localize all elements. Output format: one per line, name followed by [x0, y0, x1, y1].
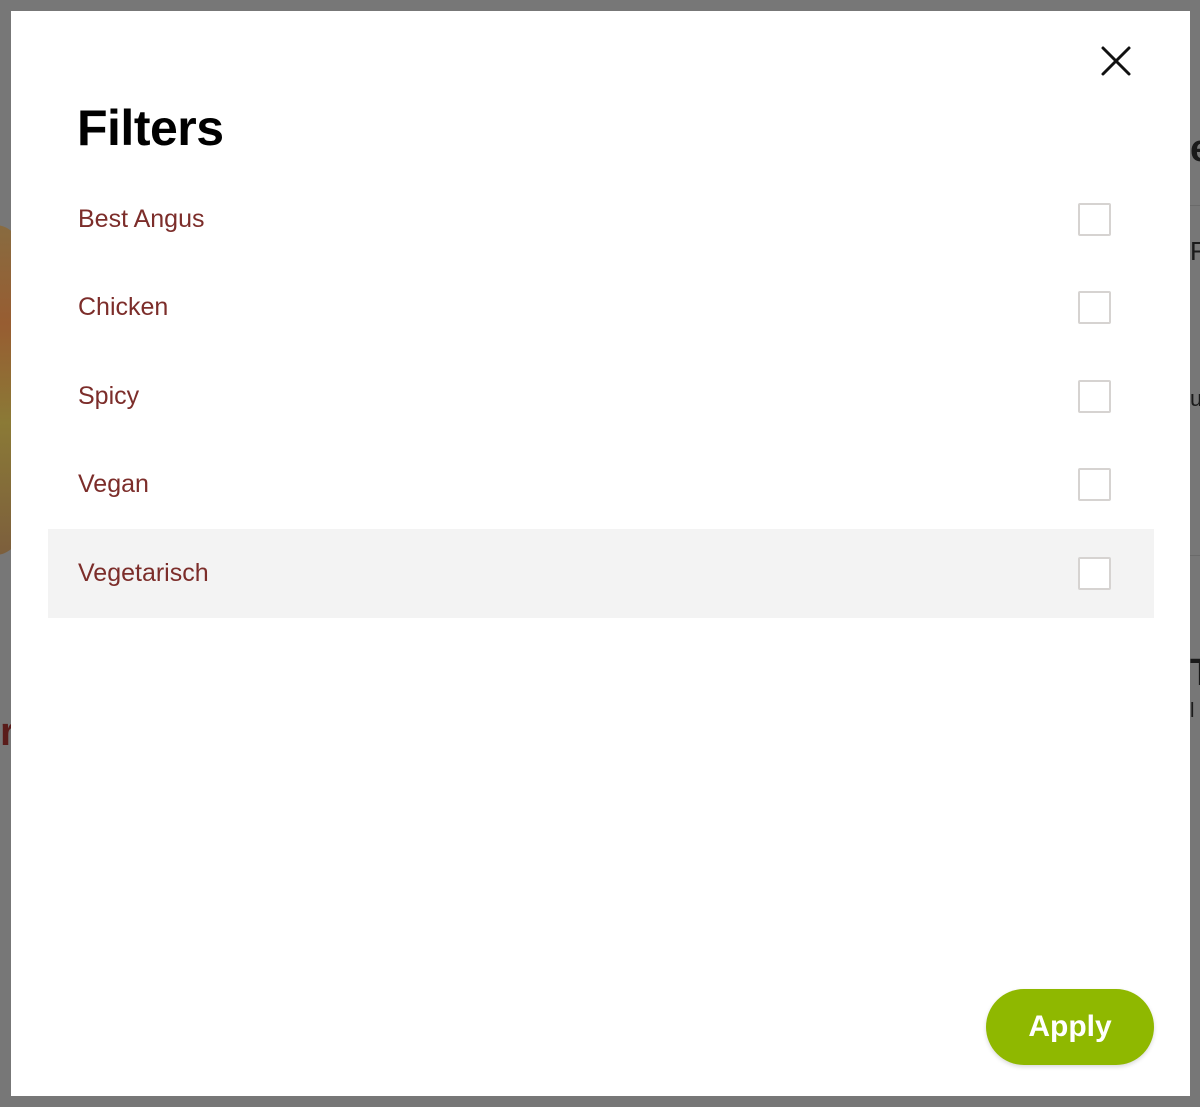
filter-item-best-angus[interactable]: Best Angus — [48, 175, 1154, 264]
filter-checkbox[interactable] — [1078, 468, 1111, 502]
background-divider — [1190, 205, 1200, 206]
filter-checkbox[interactable] — [1078, 291, 1111, 325]
background-text-fragment: e — [1190, 128, 1200, 171]
background-text-fragment: F — [1190, 236, 1200, 266]
filter-label: Best Angus — [78, 204, 205, 233]
filter-label: Vegetarisch — [78, 558, 209, 587]
close-icon — [1101, 46, 1131, 76]
filter-item-chicken[interactable]: Chicken — [48, 264, 1154, 353]
filter-checkbox[interactable] — [1078, 556, 1111, 590]
filter-list: Best Angus Chicken Spicy Vegan Vegetaris… — [48, 175, 1154, 618]
filter-checkbox[interactable] — [1078, 202, 1111, 236]
filters-modal: Filters Best Angus Chicken Spicy Vegan V… — [11, 11, 1190, 1096]
modal-title: Filters — [77, 100, 224, 156]
filter-item-vegetarisch[interactable]: Vegetarisch — [48, 529, 1154, 618]
filter-label: Spicy — [78, 381, 140, 410]
background-divider — [1190, 555, 1200, 556]
filter-label: Chicken — [78, 293, 169, 322]
close-button[interactable] — [1096, 41, 1136, 81]
filter-item-spicy[interactable]: Spicy — [48, 352, 1154, 441]
filter-item-vegan[interactable]: Vegan — [48, 441, 1154, 530]
filter-label: Vegan — [78, 470, 149, 499]
apply-button[interactable]: Apply — [986, 989, 1154, 1065]
background-text-fragment: l — [1190, 700, 1195, 722]
filter-checkbox[interactable] — [1078, 379, 1111, 413]
background-text-fragment: u — [1190, 386, 1200, 411]
background-text-fragment: T — [1190, 652, 1200, 695]
